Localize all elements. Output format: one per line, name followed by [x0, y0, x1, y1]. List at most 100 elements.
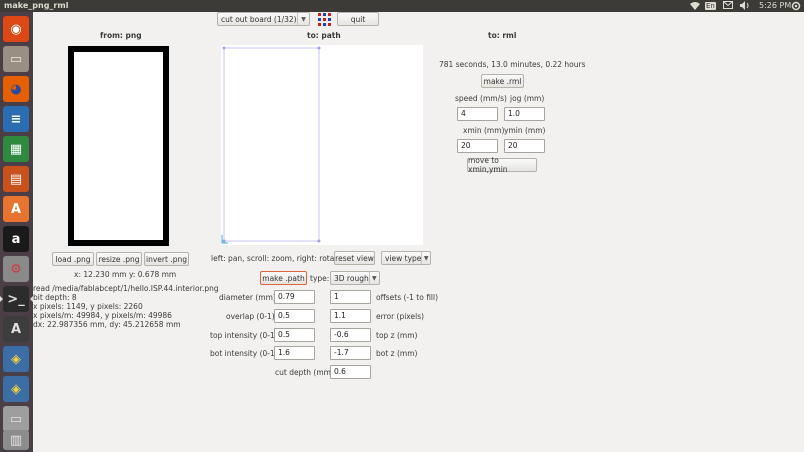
trash-icon[interactable]: ▥: [3, 430, 29, 450]
mode-select-value: cut out board (1/32): [221, 14, 297, 24]
terminal-icon[interactable]: >_: [3, 286, 29, 312]
reset-view-button[interactable]: reset view: [334, 251, 375, 265]
drive-icon-glyph: ▭: [9, 411, 23, 427]
speed-label: speed (mm/s): [455, 94, 507, 103]
mode-select[interactable]: cut out board (1/32) ▼: [217, 12, 310, 26]
system-settings-icon-glyph: ⚙: [10, 261, 22, 277]
cut-depth-input[interactable]: 0.6: [330, 365, 371, 379]
bot-intensity-label: bot intensity (0-1): [210, 349, 278, 358]
png-panel-header: from: png: [100, 31, 142, 40]
xmin-input[interactable]: 20: [457, 139, 498, 153]
quit-button[interactable]: quit: [337, 12, 379, 26]
python-icon[interactable]: ◈: [3, 346, 29, 372]
move-to-xmin-ymin-button[interactable]: move to xmin,ymin: [467, 156, 537, 174]
view-type-select[interactable]: view type ▼: [381, 251, 431, 265]
bot-intensity-input[interactable]: 1.6: [274, 346, 315, 360]
software-center-icon-glyph: A: [10, 201, 22, 217]
overlap-input[interactable]: 0.5: [274, 309, 315, 323]
ubuntu-dash-icon-glyph: ◉: [10, 21, 22, 37]
canvas-controls-hint: left: pan, scroll: zoom, right: rotate: [211, 254, 342, 263]
path-canvas[interactable]: [221, 45, 423, 245]
png-size-readout: x: 12.230 mm y: 0.678 mm: [74, 270, 177, 279]
system-settings-icon[interactable]: ⚙: [3, 256, 29, 282]
app-window: cut out board (1/32) ▼ quit from: png lo…: [33, 12, 804, 452]
drive-icon[interactable]: ▭: [3, 406, 29, 432]
writer-icon-glyph: ≡: [10, 111, 22, 127]
running-indicator-icon: [0, 296, 3, 302]
clock[interactable]: 5:26 PM: [759, 1, 791, 11]
amazon-icon-glyph: a: [11, 231, 21, 247]
resize-png-button[interactable]: resize .png: [96, 252, 142, 266]
path-type-value: 3D rough: [334, 273, 369, 283]
chevron-down-icon: ▼: [368, 272, 379, 284]
network-icon[interactable]: [690, 1, 700, 11]
color-grid-icon: [318, 13, 331, 26]
python-icon-glyph: ◈: [11, 351, 21, 367]
cut-depth-label: cut depth (mm): [275, 368, 334, 377]
language-label: En: [705, 2, 716, 10]
top-intensity-label: top intensity (0-1): [210, 331, 278, 340]
mail-icon[interactable]: [723, 1, 733, 11]
overlap-label: overlap (0-1): [226, 312, 275, 321]
ubuntu-dash-icon[interactable]: ◉: [3, 16, 29, 42]
png-preview: [68, 46, 169, 246]
amazon-icon[interactable]: a: [3, 226, 29, 252]
xmin-label: xmin (mm): [463, 126, 505, 135]
speed-input[interactable]: 4: [457, 107, 498, 121]
trash-icon-glyph: ▥: [9, 432, 23, 448]
top-panel: make_png_rml En 5:26 PM: [0, 0, 804, 12]
inkscape-icon-glyph: A: [10, 321, 22, 337]
make-rml-button[interactable]: make .rml: [481, 74, 524, 88]
inkscape-icon[interactable]: A: [3, 316, 29, 342]
chevron-down-icon: ▼: [421, 252, 430, 264]
path-type-select[interactable]: 3D rough ▼: [330, 271, 380, 285]
top-z-label: top z (mm): [376, 331, 418, 340]
window-title: make_png_rml: [4, 1, 69, 10]
firefox-icon[interactable]: ◕: [3, 76, 29, 102]
rml-panel-header: to: rml: [488, 31, 517, 40]
keyboard-language-indicator[interactable]: En: [705, 1, 716, 11]
python-icon-2[interactable]: ◈: [3, 376, 29, 402]
png-board-outline: [74, 52, 163, 240]
power-gear-icon[interactable]: [791, 1, 801, 11]
rml-time-estimate: 781 seconds, 13.0 minutes, 0.22 hours: [439, 60, 586, 69]
ymin-input[interactable]: 20: [504, 139, 545, 153]
calc-icon-glyph: ▦: [9, 141, 23, 157]
offsets-label: offsets (-1 to fill): [376, 293, 439, 302]
bot-z-label: bot z (mm): [376, 349, 418, 358]
type-label: type:: [310, 274, 330, 283]
jog-label: jog (mm): [510, 94, 545, 103]
diameter-input[interactable]: 0.79: [274, 290, 315, 304]
firefox-icon-glyph: ◕: [10, 81, 22, 97]
diameter-label: diameter (mm): [219, 293, 276, 302]
jog-input[interactable]: 1.0: [504, 107, 545, 121]
volume-icon[interactable]: [740, 1, 750, 11]
png-info-line-3: x pixels: 1149, y pixels: 2260: [33, 302, 143, 311]
top-z-input[interactable]: -0.6: [330, 328, 371, 342]
make-path-button[interactable]: make .path: [260, 271, 307, 285]
view-type-value: view type: [385, 253, 422, 263]
path-panel-header: to: path: [307, 31, 341, 40]
png-info-line-1: read /media/fablabcept/1/hello.ISP.44.in…: [33, 284, 219, 293]
python-icon-2-glyph: ◈: [11, 381, 21, 397]
load-png-button[interactable]: load .png: [52, 252, 94, 266]
software-center-icon[interactable]: A: [3, 196, 29, 222]
impress-icon[interactable]: ▤: [3, 166, 29, 192]
writer-icon[interactable]: ≡: [3, 106, 29, 132]
top-intensity-input[interactable]: 0.5: [274, 328, 315, 342]
files-icon[interactable]: ▭: [3, 46, 29, 72]
invert-png-button[interactable]: invert .png: [144, 252, 189, 266]
chevron-down-icon: ▼: [297, 13, 309, 25]
files-icon-glyph: ▭: [9, 51, 23, 67]
ymin-label: ymin (mm): [504, 126, 546, 135]
calc-icon[interactable]: ▦: [3, 136, 29, 162]
launcher: ◉ ▭ ◕ ≡ ▦ ▤ Aa ⚙ >_ A ◈ ◈ ▭ ▥: [0, 12, 33, 452]
error-input[interactable]: 1.1: [330, 309, 371, 323]
png-info-line-4: x pixels/m: 49984, y pixels/m: 49986: [33, 311, 172, 320]
png-info-line-5: dx: 22.987356 mm, dy: 45.212658 mm: [33, 320, 181, 329]
terminal-icon-glyph: >_: [7, 291, 25, 307]
offsets-input[interactable]: 1: [330, 290, 371, 304]
png-info-line-2: bit depth: 8: [33, 293, 77, 302]
bot-z-input[interactable]: -1.7: [330, 346, 371, 360]
error-label: error (pixels): [376, 312, 425, 321]
